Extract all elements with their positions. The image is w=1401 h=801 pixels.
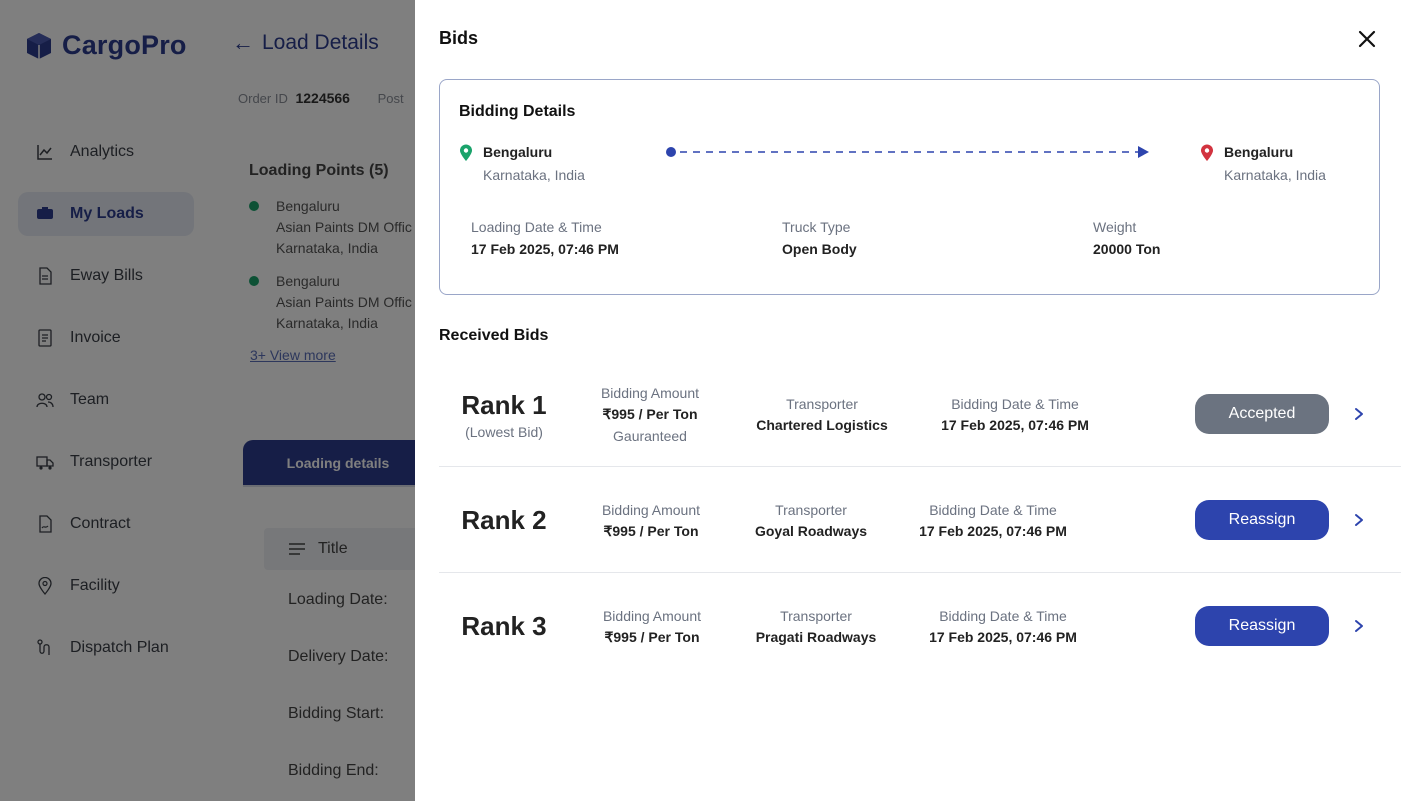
bidding-details-card: Bidding Details Bengaluru Karnataka, Ind…	[439, 79, 1380, 295]
bid-amount-label: Bidding Amount	[600, 385, 700, 401]
rank-label: Rank 2	[461, 505, 547, 535]
transporter-block: Transporter Pragati Roadways	[736, 608, 896, 645]
drawer-title: Bids	[439, 28, 479, 48]
received-bids-title: Received Bids	[439, 327, 549, 344]
bid-date-block: Bidding Date & Time 17 Feb 2025, 07:46 P…	[930, 396, 1100, 433]
bid-amount-block: Bidding Amount ₹995 / Per Ton Gauranteed	[575, 385, 725, 444]
rank-label: Rank 1	[461, 390, 547, 420]
bid-row-rank-3[interactable]: Rank 3 Bidding Amount ₹995 / Per Ton Tra…	[439, 573, 1401, 679]
bid-amount-value: ₹995 / Per Ton	[604, 629, 700, 645]
chevron-right-icon[interactable]	[1353, 513, 1365, 527]
bidding-details-title: Bidding Details	[459, 103, 576, 120]
bid-date-block: Bidding Date & Time 17 Feb 2025, 07:46 P…	[908, 502, 1078, 539]
close-icon[interactable]	[1355, 27, 1379, 51]
truck-type-block: Truck Type Open Body	[782, 219, 857, 257]
destination-pin-icon	[1201, 144, 1213, 161]
bid-row-rank-1[interactable]: Rank 1 (Lowest Bid) Bidding Amount ₹995 …	[439, 361, 1401, 467]
bid-amount-label: Bidding Amount	[602, 608, 702, 624]
chevron-right-icon[interactable]	[1353, 407, 1365, 421]
route-arrow	[666, 146, 1149, 158]
bid-date-value: 17 Feb 2025, 07:46 PM	[919, 523, 1067, 539]
transporter-block: Transporter Chartered Logistics	[742, 396, 902, 433]
bid-row-rank-2[interactable]: Rank 2 Bidding Amount ₹995 / Per Ton Tra…	[439, 467, 1401, 573]
weight-label: Weight	[1093, 219, 1137, 235]
chevron-right-icon[interactable]	[1353, 619, 1365, 633]
origin-city: Bengaluru	[483, 144, 553, 160]
accepted-button[interactable]: Accepted	[1195, 394, 1329, 434]
bid-amount-block: Bidding Amount ₹995 / Per Ton	[576, 502, 726, 540]
transporter-label: Transporter	[780, 608, 852, 624]
bid-date-label: Bidding Date & Time	[929, 502, 1057, 518]
bid-amount-note: Gauranteed	[613, 428, 687, 444]
reassign-button[interactable]: Reassign	[1195, 606, 1329, 646]
rank-label: Rank 3	[461, 611, 547, 641]
reassign-button[interactable]: Reassign	[1195, 500, 1329, 540]
bid-date-block: Bidding Date & Time 17 Feb 2025, 07:46 P…	[918, 608, 1088, 645]
loading-date-label: Loading Date & Time	[471, 219, 602, 235]
destination-state: Karnataka, India	[1224, 167, 1326, 183]
transporter-block: Transporter Goyal Roadways	[731, 502, 891, 539]
weight-value: 20000 Ton	[1093, 241, 1161, 257]
bid-amount-value: ₹995 / Per Ton	[602, 406, 698, 422]
rank-sublabel: (Lowest Bid)	[465, 424, 543, 440]
origin-pin-icon	[460, 144, 472, 161]
bid-amount-block: Bidding Amount ₹995 / Per Ton	[577, 608, 727, 646]
bid-date-value: 17 Feb 2025, 07:46 PM	[929, 629, 1077, 645]
loading-date-block: Loading Date & Time 17 Feb 2025, 07:46 P…	[471, 219, 619, 257]
origin-state: Karnataka, India	[483, 167, 585, 183]
truck-type-value: Open Body	[782, 241, 857, 257]
bids-drawer: Bids Bidding Details Bengaluru Karnataka…	[415, 0, 1401, 801]
loading-date-value: 17 Feb 2025, 07:46 PM	[471, 241, 619, 257]
truck-type-label: Truck Type	[782, 219, 851, 235]
bid-amount-label: Bidding Amount	[601, 502, 701, 518]
bid-amount-value: ₹995 / Per Ton	[603, 523, 699, 539]
transporter-label: Transporter	[775, 502, 847, 518]
transporter-value: Pragati Roadways	[755, 629, 877, 645]
weight-block: Weight 20000 Ton	[1093, 219, 1160, 257]
bid-date-label: Bidding Date & Time	[951, 396, 1079, 412]
destination-city: Bengaluru	[1224, 144, 1294, 160]
transporter-label: Transporter	[786, 396, 858, 412]
bid-date-value: 17 Feb 2025, 07:46 PM	[941, 417, 1089, 433]
transporter-value: Goyal Roadways	[754, 523, 868, 539]
transporter-value: Chartered Logistics	[756, 417, 888, 433]
bid-date-label: Bidding Date & Time	[939, 608, 1067, 624]
